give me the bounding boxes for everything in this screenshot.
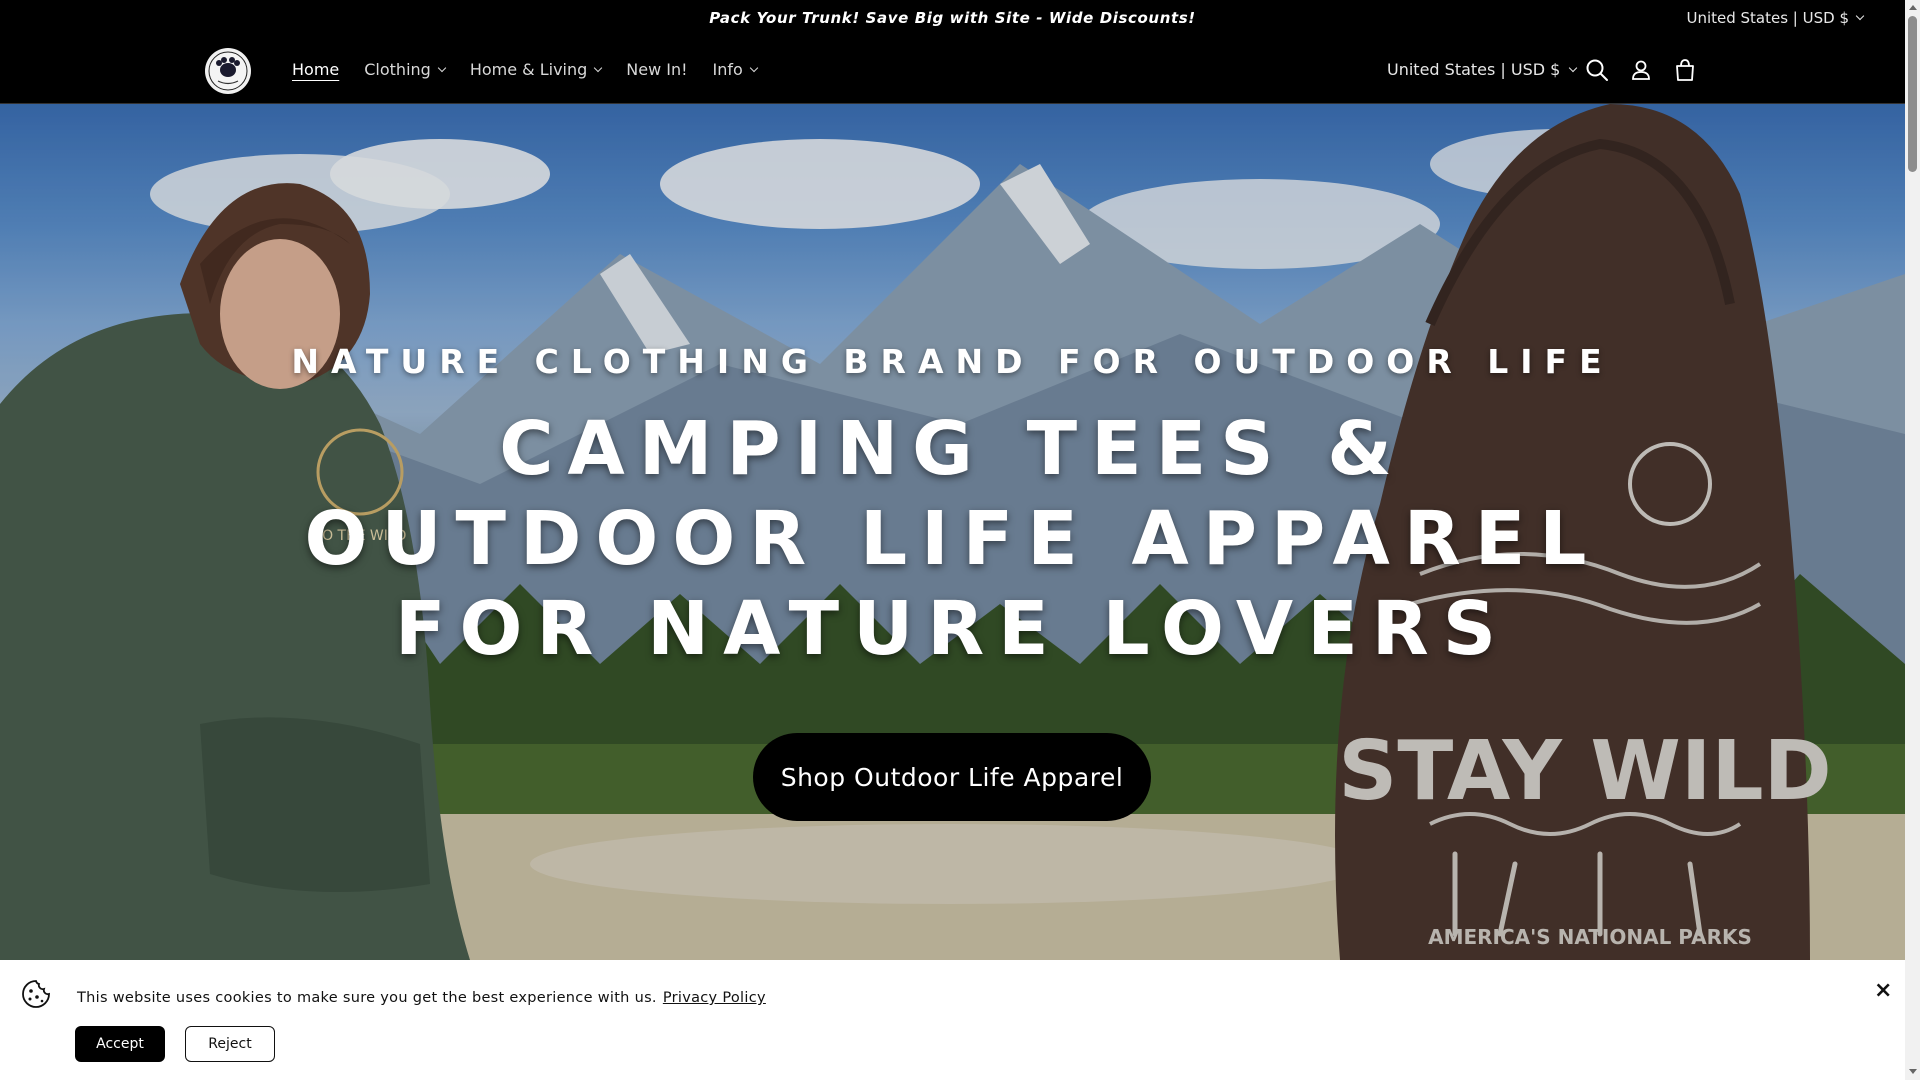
reject-cookies-button[interactable]: Reject bbox=[185, 1026, 275, 1062]
hero-title: CAMPING TEES & OUTDOOR LIFE APPAREL FOR … bbox=[304, 406, 1601, 672]
page-scrollbar[interactable] bbox=[1905, 0, 1920, 1080]
nav-item-home-living[interactable]: Home & Living bbox=[469, 60, 603, 79]
site-header: Home Clothing Home & Living New In! Info… bbox=[0, 36, 1905, 104]
announcement-text: Pack Your Trunk! Save Big with Site - Wi… bbox=[709, 9, 1196, 27]
nav-item-label: Home bbox=[292, 60, 340, 79]
nav-item-new-in[interactable]: New In! bbox=[626, 60, 687, 79]
main-nav: Home Clothing Home & Living New In! Info bbox=[292, 60, 759, 79]
logo[interactable] bbox=[205, 48, 251, 94]
nav-item-label: Home & Living bbox=[469, 60, 588, 79]
chevron-down-icon bbox=[437, 63, 447, 72]
privacy-policy-link[interactable]: Privacy Policy bbox=[663, 990, 766, 1006]
hero-subtitle: NATURE CLOTHING BRAND FOR OUTDOOR LIFE bbox=[291, 342, 1614, 381]
cookie-message-text: This website uses cookies to make sure y… bbox=[77, 990, 657, 1006]
nav-item-info[interactable]: Info bbox=[712, 60, 759, 79]
scroll-up-arrow-icon[interactable] bbox=[1909, 5, 1917, 10]
reject-label: Reject bbox=[208, 1036, 252, 1052]
cookie-message: This website uses cookies to make sure y… bbox=[77, 990, 766, 1006]
cart-icon[interactable] bbox=[1672, 57, 1698, 83]
scroll-down-arrow-icon[interactable] bbox=[1909, 1069, 1917, 1074]
bear-paw-logo-icon bbox=[208, 51, 248, 91]
header-locale-selector[interactable]: United States | USD $ bbox=[1387, 60, 1578, 79]
account-icon[interactable] bbox=[1628, 57, 1654, 83]
close-icon[interactable]: × bbox=[1874, 978, 1892, 1003]
nav-item-label: Clothing bbox=[364, 60, 431, 79]
chevron-down-icon bbox=[749, 63, 759, 72]
shop-outdoor-apparel-button[interactable]: Shop Outdoor Life Apparel bbox=[753, 733, 1151, 821]
nav-item-label: Info bbox=[712, 60, 743, 79]
hero-banner: TO THE WILD STAY WILD AMERICA'S NATIONAL… bbox=[0, 104, 1905, 960]
hero-button-label: Shop Outdoor Life Apparel bbox=[780, 762, 1124, 792]
search-icon[interactable] bbox=[1584, 57, 1610, 83]
nav-item-home[interactable]: Home bbox=[292, 60, 339, 79]
accept-cookies-button[interactable]: Accept bbox=[75, 1026, 165, 1062]
announcement-locale-label: United States | USD $ bbox=[1686, 9, 1849, 27]
cookie-icon bbox=[22, 980, 50, 1008]
accept-label: Accept bbox=[96, 1036, 144, 1052]
cookie-banner: This website uses cookies to make sure y… bbox=[0, 960, 1905, 1080]
chevron-down-icon bbox=[594, 63, 603, 72]
announcement-locale-selector[interactable]: United States | USD $ bbox=[1686, 9, 1865, 27]
scrollbar-thumb[interactable] bbox=[1908, 16, 1917, 172]
nav-item-label: New In! bbox=[626, 60, 688, 79]
announcement-bar: Pack Your Trunk! Save Big with Site - Wi… bbox=[0, 0, 1905, 36]
chevron-down-icon bbox=[1855, 11, 1865, 21]
nav-item-clothing[interactable]: Clothing bbox=[364, 60, 447, 79]
chevron-down-icon bbox=[1569, 63, 1578, 72]
header-locale-label: United States | USD $ bbox=[1387, 60, 1561, 79]
